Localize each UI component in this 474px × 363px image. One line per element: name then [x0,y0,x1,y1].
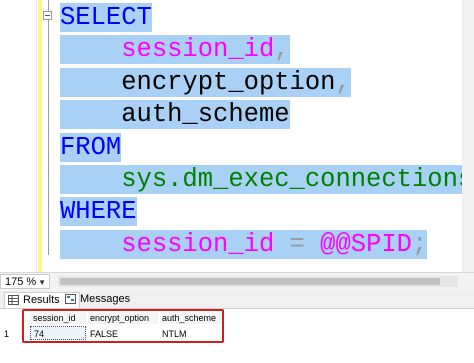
code-token: , [274,35,290,65]
chevron-down-icon: ▼ [38,278,46,287]
selected-text: auth_scheme [60,100,290,130]
selected-text: session_id, [60,35,290,65]
code-line[interactable]: sys.dm_exec_connections [60,164,462,196]
code-token: WHERE [60,197,137,227]
code-token: ; [412,229,428,259]
selected-text: sys.dm_exec_connections [60,164,462,194]
tab-messages[interactable]: Messages [62,292,150,307]
tab-results-label: Results [23,294,60,306]
zoom-value: 175 % [5,276,37,288]
tab-messages-label: Messages [80,293,131,305]
code-line[interactable]: WHERE [60,196,462,228]
selected-text: SELECT [60,3,152,32]
sql-code[interactable]: SELECT session_id, encrypt_option, auth_… [60,2,462,261]
code-line[interactable]: session_id = @@SPID; [60,229,462,261]
editor-horizontal-scrollbar[interactable] [58,276,458,287]
outline-line [48,0,49,255]
code-token: sys.dm_exec_connections [121,164,462,194]
editor-status-strip: 175 % ▼ [0,272,474,292]
code-token: FROM [60,132,122,162]
collapse-toggle-icon[interactable] [43,11,52,20]
row-number[interactable]: 1 [4,327,16,341]
code-token: session_id [121,35,275,65]
results-grid[interactable]: session_id encrypt_option auth_scheme 1 … [0,309,474,363]
code-token: SELECT [60,3,152,32]
selected-text: session_id = @@SPID; [60,229,428,259]
code-token: session_id [121,229,275,259]
code-line[interactable]: encrypt_option, [60,67,462,99]
messages-icon [65,294,76,304]
editor-gutter [0,0,37,272]
editor-vertical-scrollbar[interactable] [462,0,474,272]
code-token: = [274,229,321,259]
selected-text: FROM [60,132,122,162]
query-editor[interactable]: SELECT session_id, encrypt_option, auth_… [0,0,462,272]
highlight-box [22,309,224,343]
code-line[interactable]: SELECT [60,2,462,34]
grid-icon [8,295,19,305]
change-tracking-bar [38,0,42,272]
code-line[interactable]: session_id, [60,34,462,66]
code-token: encrypt_option [121,67,336,97]
code-token: , [335,67,351,97]
zoom-dropdown[interactable]: 175 % ▼ [0,274,50,289]
code-line[interactable]: auth_scheme [60,99,462,131]
selected-text: WHERE [60,197,137,227]
code-token: auth_scheme [121,100,290,130]
results-tab-bar: Results Messages [0,291,474,309]
selected-text: encrypt_option, [60,67,351,97]
code-line[interactable]: FROM [60,132,462,164]
code-token: @@SPID [320,229,412,259]
scrollbar-thumb[interactable] [60,278,440,285]
